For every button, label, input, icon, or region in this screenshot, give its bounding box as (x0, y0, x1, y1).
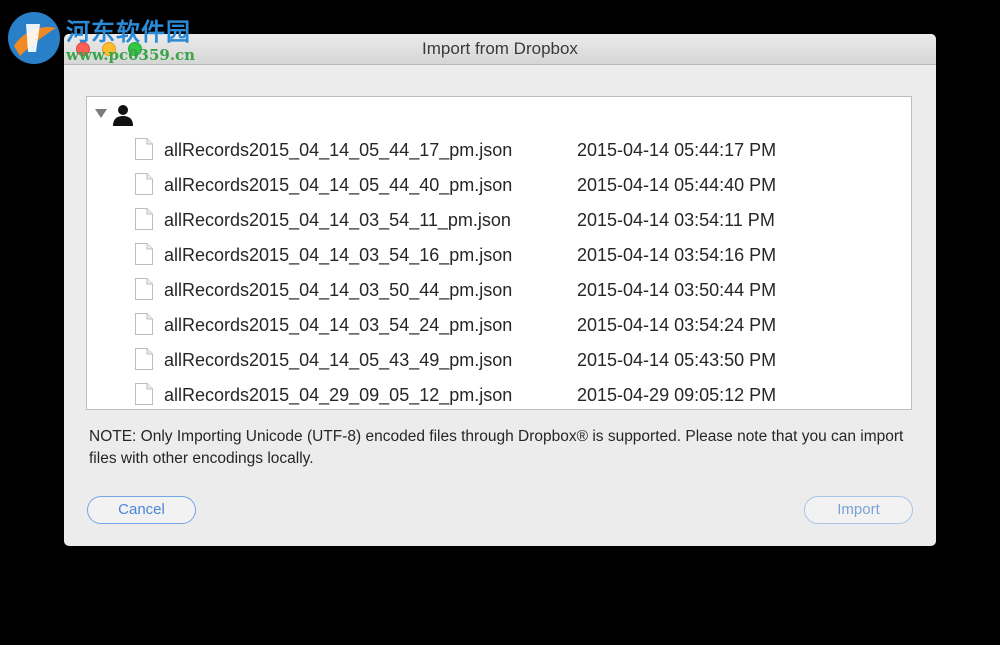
file-row[interactable]: allRecords2015_04_14_05_44_40_pm.json 201… (87, 168, 911, 203)
user-icon (113, 105, 133, 126)
file-name: allRecords2015_04_14_03_50_44_pm.json (164, 280, 513, 300)
file-browser[interactable]: allRecords2015_04_14_05_44_17_pm.json 201… (86, 96, 912, 410)
file-icon (135, 383, 153, 405)
file-row[interactable]: allRecords2015_04_14_03_54_24_pm.json 201… (87, 308, 911, 343)
file-date: 2015-04-14 05:44:40 PM (577, 175, 777, 195)
cancel-button[interactable]: Cancel (87, 496, 196, 524)
file-name: allRecords2015_04_14_03_54_24_pm.json (164, 315, 513, 335)
import-dialog: Import from Dropbox allRecords2015_04_14… (64, 34, 936, 546)
file-date: 2015-04-29 09:05:12 PM (577, 385, 777, 405)
file-date: 2015-04-14 05:44:17 PM (577, 140, 777, 160)
file-name: allRecords2015_04_14_05_44_17_pm.json (164, 140, 513, 160)
file-row[interactable]: allRecords2015_04_29_09_05_12_pm.json 201… (87, 378, 911, 409)
watermark-title: 河东软件园 (66, 17, 191, 46)
file-row[interactable]: allRecords2015_04_14_03_50_44_pm.json 201… (87, 273, 911, 308)
file-row[interactable]: allRecords2015_04_14_05_43_49_pm.json 201… (87, 343, 911, 378)
watermark-url: www.pc0359.cn (66, 46, 196, 64)
file-icon (135, 243, 153, 265)
file-date: 2015-04-14 03:54:24 PM (577, 315, 777, 335)
import-button[interactable]: Import (804, 496, 913, 524)
file-name: allRecords2015_04_14_05_43_49_pm.json (164, 350, 513, 370)
file-date: 2015-04-14 03:54:16 PM (577, 245, 777, 265)
file-name: allRecords2015_04_14_03_54_16_pm.json (164, 245, 513, 265)
file-icon (135, 173, 153, 195)
file-date: 2015-04-14 03:50:44 PM (577, 280, 777, 300)
file-row[interactable]: allRecords2015_04_14_03_54_16_pm.json 201… (87, 238, 911, 273)
file-date: 2015-04-14 05:43:50 PM (577, 350, 777, 370)
file-name: allRecords2015_04_14_05_44_40_pm.json (164, 175, 513, 195)
file-name: allRecords2015_04_29_09_05_12_pm.json (164, 385, 513, 405)
file-date: 2015-04-14 03:54:11 PM (577, 210, 775, 230)
file-icon (135, 208, 153, 230)
encoding-note: NOTE: Only Importing Unicode (UTF-8) enc… (89, 428, 904, 467)
file-name: allRecords2015_04_14_03_54_11_pm.json (164, 210, 511, 230)
disclosure-triangle-icon[interactable] (95, 109, 107, 118)
watermark: 河东软件园 www.pc0359.cn (0, 0, 220, 70)
file-row[interactable]: allRecords2015_04_14_03_54_11_pm.json 201… (87, 203, 911, 238)
file-icon (135, 348, 153, 370)
file-icon (135, 313, 153, 335)
file-icon (135, 278, 153, 300)
file-row[interactable]: allRecords2015_04_14_05_44_17_pm.json 201… (87, 133, 911, 168)
watermark-logo-icon (8, 12, 60, 64)
file-icon (135, 138, 153, 160)
